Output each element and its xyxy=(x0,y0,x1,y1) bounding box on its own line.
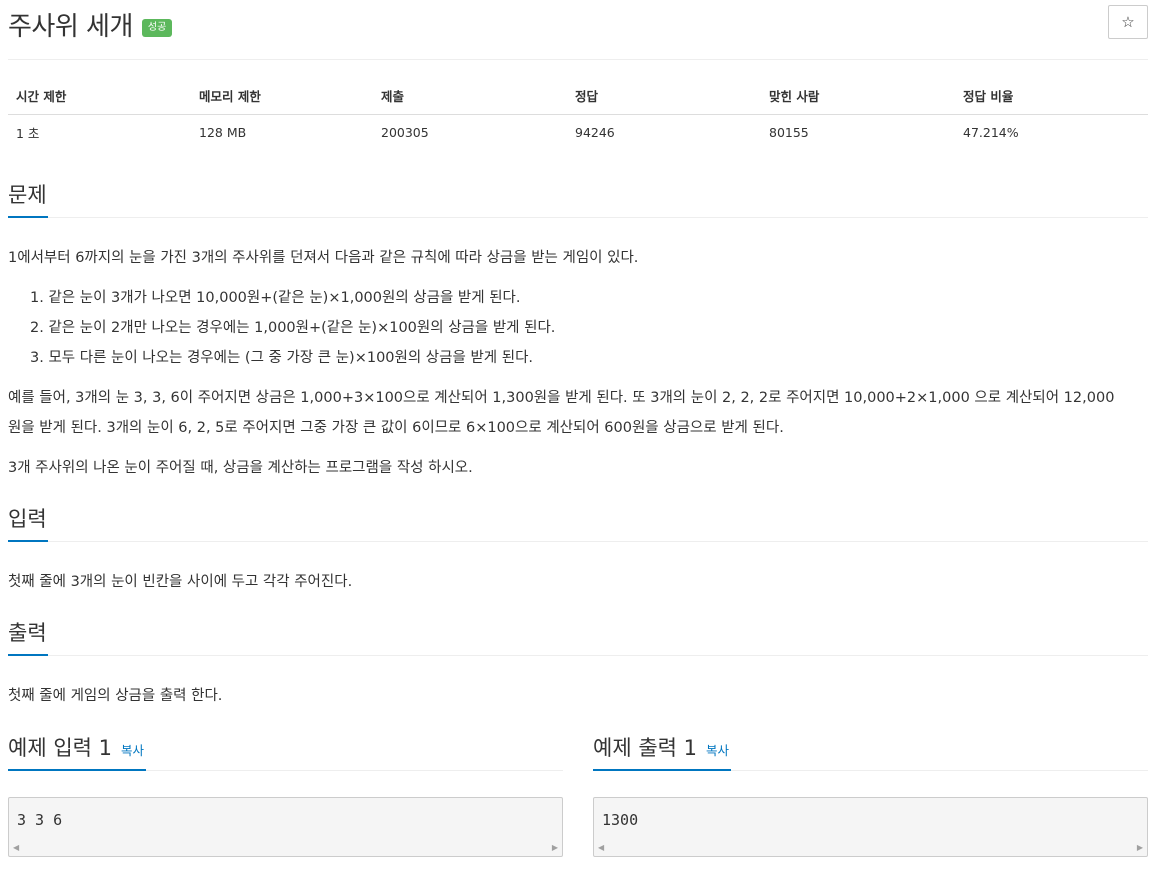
value-solvers: 80155 xyxy=(769,124,809,140)
problem-heading-underline xyxy=(8,216,48,218)
input-description: 첫째 줄에 3개의 눈이 빈칸을 사이에 두고 각각 주어진다. xyxy=(8,574,353,590)
scroll-left-icon[interactable]: ◀ xyxy=(13,843,19,852)
problem-title-row: 주사위 세개 성공 xyxy=(8,4,173,44)
input-section-header: 입력 xyxy=(8,502,1148,542)
sample-output-heading-row: 예제 출력 1 복사 xyxy=(593,732,729,762)
sample-output-underline xyxy=(593,769,731,771)
header-memory-limit: 메모리 제한 xyxy=(191,78,373,115)
rule-item: 3. 모두 다른 눈이 나오는 경우에는 (그 중 가장 큰 눈)×100원의 … xyxy=(30,350,534,366)
sample-input-scrollbar[interactable]: ◀ ▶ xyxy=(9,839,562,856)
input-heading-underline xyxy=(8,540,48,542)
output-heading-underline xyxy=(8,654,48,656)
problem-intro: 1에서부터 6까지의 눈을 가진 3개의 주사위를 던져서 다음과 같은 규칙에… xyxy=(8,250,639,266)
header-time-limit: 시간 제한 xyxy=(8,78,191,115)
value-accepted: 94246 xyxy=(575,124,615,140)
value-time-limit: 1 초 xyxy=(16,125,40,141)
status-badge: 성공 xyxy=(141,19,173,37)
info-header-row: 시간 제한 메모리 제한 제출 정답 맞힌 사람 정답 비율 xyxy=(8,78,1148,115)
sample-output-scrollbar[interactable]: ◀ ▶ xyxy=(594,839,1147,856)
problem-heading: 문제 xyxy=(8,183,47,207)
header-submissions: 제출 xyxy=(373,78,567,115)
sample-output-header: 예제 출력 1 복사 xyxy=(593,731,1148,771)
value-submissions: 200305 xyxy=(381,124,429,140)
sample-input-header: 예제 입력 1 복사 xyxy=(8,731,563,771)
sample-input-heading-row: 예제 입력 1 복사 xyxy=(8,732,144,762)
star-button[interactable]: ☆ xyxy=(1108,5,1148,39)
output-heading: 출력 xyxy=(8,621,47,645)
copy-sample-output-link[interactable]: 복사 xyxy=(706,743,729,758)
copy-sample-input-link[interactable]: 복사 xyxy=(121,743,144,758)
sample-input-underline xyxy=(8,769,146,771)
sample-output-content: 1300 xyxy=(602,811,639,829)
output-section-header: 출력 xyxy=(8,616,1148,656)
scroll-right-icon[interactable]: ▶ xyxy=(552,843,558,852)
info-value-row: 1 초 128 MB 200305 94246 80155 47.214% xyxy=(8,114,1148,150)
header-solvers: 맞힌 사람 xyxy=(761,78,955,115)
sample-output-box[interactable]: 1300 ◀ ▶ xyxy=(593,797,1148,857)
problem-example-line-1: 예를 들어, 3개의 눈 3, 3, 6이 주어지면 상금은 1,000+3×1… xyxy=(8,390,1115,406)
problem-example-line-2: 원을 받게 된다. 3개의 눈이 6, 2, 5로 주어지면 그중 가장 큰 값… xyxy=(8,420,784,436)
value-ratio: 47.214% xyxy=(963,124,1019,140)
output-description: 첫째 줄에 게임의 상금을 출력 한다. xyxy=(8,688,223,704)
rule-item: 1. 같은 눈이 3개가 나오면 10,000원+(같은 눈)×1,000원의 … xyxy=(30,290,521,306)
scroll-right-icon[interactable]: ▶ xyxy=(1137,843,1143,852)
sample-input-content: 3 3 6 xyxy=(17,811,63,829)
problem-task: 3개 주사위의 나온 눈이 주어질 때, 상금을 계산하는 프로그램을 작성 하… xyxy=(8,460,473,476)
sample-output-heading: 예제 출력 1 xyxy=(593,736,697,760)
scroll-left-icon[interactable]: ◀ xyxy=(598,843,604,852)
problem-info-table: 시간 제한 메모리 제한 제출 정답 맞힌 사람 정답 비율 1 초 128 M… xyxy=(8,78,1148,150)
rule-item: 2. 같은 눈이 2개만 나오는 경우에는 1,000원+(같은 눈)×100원… xyxy=(30,320,556,336)
star-icon: ☆ xyxy=(1121,13,1135,31)
problem-section-header: 문제 xyxy=(8,178,1148,218)
value-memory-limit: 128 MB xyxy=(199,124,247,140)
page-title: 주사위 세개 xyxy=(8,11,133,42)
sample-input-box[interactable]: 3 3 6 ◀ ▶ xyxy=(8,797,563,857)
input-heading: 입력 xyxy=(8,507,47,531)
header-accepted: 정답 xyxy=(567,78,761,115)
sample-input-heading: 예제 입력 1 xyxy=(8,736,112,760)
rules-list: 1. 같은 눈이 3개가 나오면 10,000원+(같은 눈)×1,000원의 … xyxy=(8,283,1148,373)
header-ratio: 정답 비율 xyxy=(955,78,1148,115)
title-divider xyxy=(8,59,1148,60)
